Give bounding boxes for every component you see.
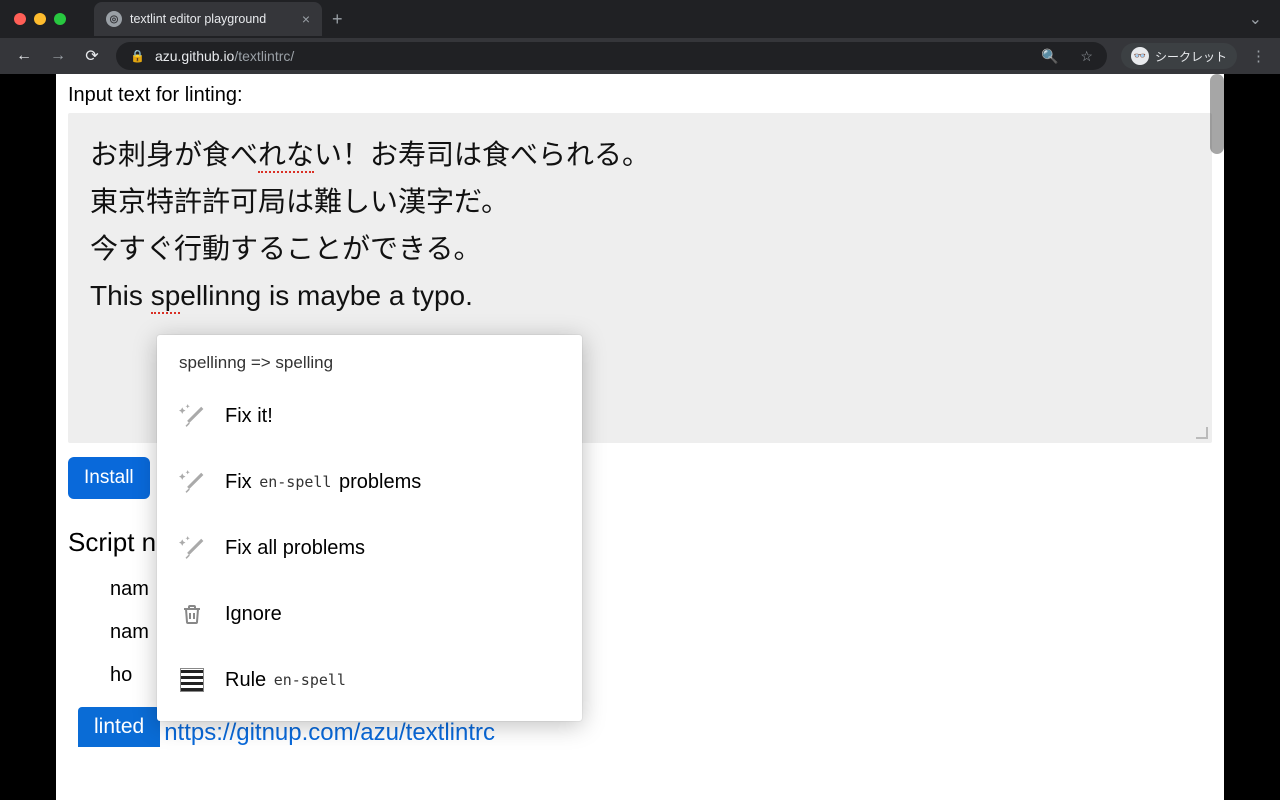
popup-item-2[interactable]: Fix all problems xyxy=(157,515,582,581)
popup-item-label: Ignore xyxy=(225,603,282,626)
url-fragment: nttps://gitnup.com/azu/textlintrc xyxy=(164,719,495,747)
tab-bar: ◎ textlint editor playground × + ⌄ xyxy=(0,0,1280,38)
zoom-icon[interactable]: 🔍 xyxy=(1041,48,1058,65)
favicon-icon: ◎ xyxy=(106,11,122,27)
forward-button[interactable]: → xyxy=(48,47,68,65)
minimize-window-icon[interactable] xyxy=(34,13,46,25)
vertical-scrollbar[interactable] xyxy=(1210,74,1224,154)
incognito-label: シークレット xyxy=(1155,48,1227,65)
reload-button[interactable]: ⟳ xyxy=(82,46,102,66)
popup-header: spellinng => spelling xyxy=(157,335,582,383)
wand-icon xyxy=(179,469,205,495)
popup-item-1[interactable]: Fix en-spell problems xyxy=(157,449,582,515)
incognito-badge: 👓 シークレット xyxy=(1121,43,1237,69)
browser-tab[interactable]: ◎ textlint editor playground × xyxy=(94,2,322,36)
address-bar-row: ← → ⟳ 🔒 azu.github.io/textlintrc/ 🔍 ☆ 👓 … xyxy=(0,38,1280,74)
close-tab-icon[interactable]: × xyxy=(302,11,310,27)
window-controls[interactable] xyxy=(14,13,66,25)
new-tab-button[interactable]: + xyxy=(332,9,343,30)
popup-item-0[interactable]: Fix it! xyxy=(157,383,582,449)
back-button[interactable]: ← xyxy=(14,47,34,65)
popup-item-label: Fix en-spell problems xyxy=(225,471,421,494)
url-path: /textlintrc/ xyxy=(234,48,294,64)
bookmark-icon[interactable]: ☆ xyxy=(1080,48,1093,65)
popup-item-label: Rule en-spell xyxy=(225,669,348,692)
lint-suggestion-popup: spellinng => spelling Fix it! Fix en-spel… xyxy=(157,335,582,721)
browser-chrome: ◎ textlint editor playground × + ⌄ ← → ⟳… xyxy=(0,0,1280,74)
close-window-icon[interactable] xyxy=(14,13,26,25)
incognito-icon: 👓 xyxy=(1131,47,1149,65)
popup-item-3[interactable]: Ignore xyxy=(157,581,582,647)
popup-item-4[interactable]: Rule en-spell xyxy=(157,647,582,713)
maximize-window-icon[interactable] xyxy=(54,13,66,25)
editor-line[interactable]: 東京特許許可局は難しい漢字だ。 xyxy=(90,178,1190,225)
trash-icon xyxy=(179,601,205,627)
url-host: azu.github.io xyxy=(155,48,234,64)
popup-item-label: Fix all problems xyxy=(225,537,365,560)
tab-overflow-icon[interactable]: ⌄ xyxy=(1249,9,1262,29)
rule-icon xyxy=(179,667,205,693)
editor-line[interactable]: This spellinng is maybe a typo. xyxy=(90,272,1190,319)
address-bar[interactable]: 🔒 azu.github.io/textlintrc/ 🔍 ☆ xyxy=(116,42,1107,70)
linted-button[interactable]: linted xyxy=(78,707,160,747)
popup-item-label: Fix it! xyxy=(225,405,273,428)
input-heading: Input text for linting: xyxy=(68,84,1212,107)
lock-icon: 🔒 xyxy=(130,49,145,63)
kebab-menu-icon[interactable]: ⋮ xyxy=(1251,47,1266,65)
tab-title: textlint editor playground xyxy=(130,12,294,26)
wand-icon xyxy=(179,535,205,561)
wand-icon xyxy=(179,403,205,429)
editor-line[interactable]: お刺身が食べれない！お寿司は食べられる。 xyxy=(90,131,1190,178)
install-button[interactable]: Install xyxy=(68,457,150,499)
editor-line[interactable]: 今すぐ行動することができる。 xyxy=(90,225,1190,272)
